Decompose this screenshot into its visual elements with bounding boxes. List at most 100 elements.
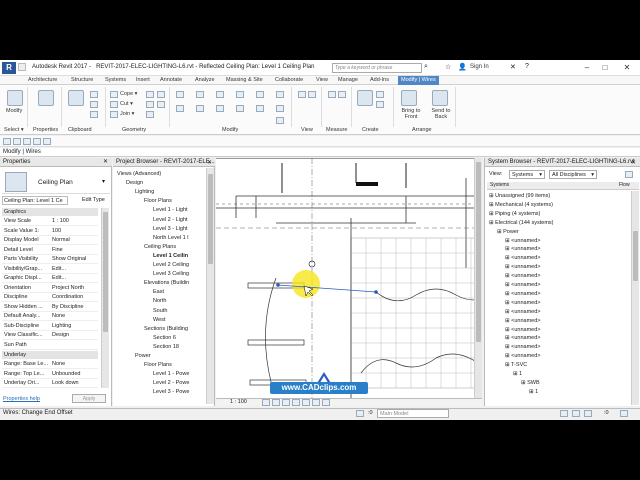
browser-node[interactable]: Section 6 [153, 335, 176, 341]
split-icon[interactable] [256, 91, 264, 98]
tab-collaborate[interactable]: Collaborate [275, 77, 303, 83]
tab-analyze[interactable]: Analyze [195, 77, 215, 83]
system-node[interactable]: ⊞ <unnamed> [505, 300, 541, 306]
exchange-icon[interactable]: ✕ [510, 63, 516, 71]
properties-help-link[interactable]: Properties help [3, 396, 40, 402]
view-scale[interactable]: 1 : 100 [230, 399, 247, 405]
browser-node[interactable]: North Level 1 l [153, 235, 188, 241]
array-icon[interactable] [256, 105, 264, 112]
modify-arrow-icon[interactable] [7, 90, 23, 106]
property-value[interactable]: Project North [52, 285, 98, 291]
browser-node[interactable]: Level 3 - Powe [153, 389, 189, 395]
system-node[interactable]: ⊞ <unnamed> [505, 309, 541, 315]
browser-node[interactable]: Level 3 Ceiling [153, 271, 189, 277]
underlay-row[interactable]: Underlay Ori... Look down [2, 379, 98, 388]
close-icon[interactable]: ✕ [620, 62, 634, 74]
underlay-row[interactable]: Range: Base Le... None [2, 360, 98, 369]
close-icon[interactable]: ✕ [103, 158, 108, 167]
select-panel-label[interactable]: Select ▾ [4, 127, 24, 133]
graphics-section[interactable]: Graphics [2, 208, 98, 216]
property-row[interactable]: Default Analy... None [2, 312, 98, 321]
property-row[interactable]: Orientation Project North [2, 284, 98, 293]
browser-node[interactable]: Level 1 - Light [153, 207, 188, 213]
cope-button[interactable]: Cope ▾ [120, 91, 137, 97]
scroll-thumb[interactable] [633, 231, 638, 281]
unjoin-icon[interactable] [146, 91, 154, 98]
scroll-thumb[interactable] [476, 162, 481, 342]
property-value[interactable]: Edit... [52, 266, 98, 272]
browser-node[interactable]: Section 18 [153, 344, 179, 350]
copy-icon[interactable] [90, 91, 98, 98]
tab-insert[interactable]: Insert [136, 77, 150, 83]
discipline-dropdown[interactable]: All Disciplines ▾ [549, 170, 597, 179]
tab-manage[interactable]: Manage [338, 77, 358, 83]
send-to-back-icon[interactable] [432, 90, 448, 106]
binoculars-icon[interactable]: ⌕ [424, 63, 428, 71]
scroll-thumb[interactable] [103, 212, 108, 332]
system-node[interactable]: ⊞ SWB [521, 380, 540, 386]
browser-node[interactable]: Sections (Building [144, 326, 188, 332]
close-icon[interactable]: ✕ [631, 159, 636, 166]
join-icon[interactable] [110, 111, 118, 118]
close-icon[interactable]: ✕ [207, 159, 212, 166]
dimension-icon[interactable] [338, 91, 346, 98]
tab-systems[interactable]: Systems [105, 77, 126, 83]
cut-icon[interactable] [90, 101, 98, 108]
property-row[interactable]: Display Model Normal [2, 236, 98, 245]
tab-view[interactable]: View [316, 77, 328, 83]
property-row[interactable]: Detail Level Fine [2, 246, 98, 255]
browser-node[interactable]: Level 3 - Light [153, 226, 188, 232]
mirror-axis-icon[interactable] [216, 91, 224, 98]
property-row[interactable]: Parts Visibility Show Original [2, 255, 98, 264]
canvas-scrollbar[interactable] [474, 158, 482, 398]
property-row[interactable]: Sub-Discipline Lighting [2, 322, 98, 331]
system-node[interactable]: ⊞ 1 [529, 389, 538, 395]
property-value[interactable]: None [52, 361, 98, 367]
property-row[interactable]: Sun Path [2, 341, 98, 350]
create-assembly-icon[interactable] [357, 90, 373, 106]
property-row[interactable]: View Classific... Design [2, 331, 98, 340]
measure-icon[interactable] [328, 91, 336, 98]
tab-modify-wires[interactable]: Modify | Wires [398, 76, 439, 85]
sun-path-icon[interactable] [282, 399, 290, 406]
browser-node[interactable]: South [153, 308, 167, 314]
select-links-icon[interactable] [560, 410, 568, 417]
property-row[interactable]: View Scale 1 : 100 [2, 217, 98, 226]
edit-type-button[interactable]: Edit Type [82, 197, 105, 203]
minimize-icon[interactable]: – [580, 62, 594, 74]
property-value[interactable]: Normal [52, 237, 98, 243]
select-underlay-icon[interactable] [572, 410, 580, 417]
scroll-thumb[interactable] [208, 174, 213, 264]
chevron-down-icon[interactable]: ▾ [102, 178, 105, 185]
cut-geometry-icon[interactable] [110, 101, 118, 108]
tab-structure[interactable]: Structure [71, 77, 93, 83]
system-node[interactable]: ⊞ Unassigned (99 items) [489, 193, 550, 199]
property-row[interactable]: Visibility/Grap... Edit... [2, 265, 98, 274]
tab-massing-site[interactable]: Massing & Site [226, 77, 263, 83]
system-node[interactable]: ⊞ Power [497, 229, 519, 235]
apply-button[interactable]: Apply [72, 394, 106, 403]
view-dropdown[interactable]: Systems ▾ [509, 170, 545, 179]
browser-node[interactable]: Level 2 - Powe [153, 380, 189, 386]
property-value[interactable]: Lighting [52, 323, 98, 329]
select-pinned-icon[interactable] [584, 410, 592, 417]
delete-icon[interactable] [276, 117, 284, 124]
worksets-icon[interactable] [356, 410, 364, 417]
design-option-dropdown[interactable]: Main Model [377, 409, 449, 418]
property-value[interactable]: Look down [52, 380, 98, 386]
visual-style-icon[interactable] [272, 399, 280, 406]
tab-architecture[interactable]: Architecture [28, 77, 57, 83]
edit-type-icon[interactable] [70, 196, 78, 205]
browser-node[interactable]: Design [126, 180, 143, 186]
browser-scrollbar[interactable] [206, 168, 214, 404]
demolish-icon[interactable] [157, 101, 165, 108]
system-node[interactable]: ⊞ <unnamed> [505, 353, 541, 359]
properties-scrollbar[interactable] [101, 208, 109, 388]
help-icon[interactable]: ? [525, 63, 529, 70]
property-row[interactable]: Scale Value 1: 100 [2, 227, 98, 236]
browser-node[interactable]: Level 1 - Powe [153, 371, 189, 377]
browser-node[interactable]: East [153, 289, 164, 295]
system-node[interactable]: ⊞ <unnamed> [505, 327, 541, 333]
hide-crop-icon[interactable] [312, 399, 320, 406]
create-group-icon[interactable] [376, 101, 384, 108]
